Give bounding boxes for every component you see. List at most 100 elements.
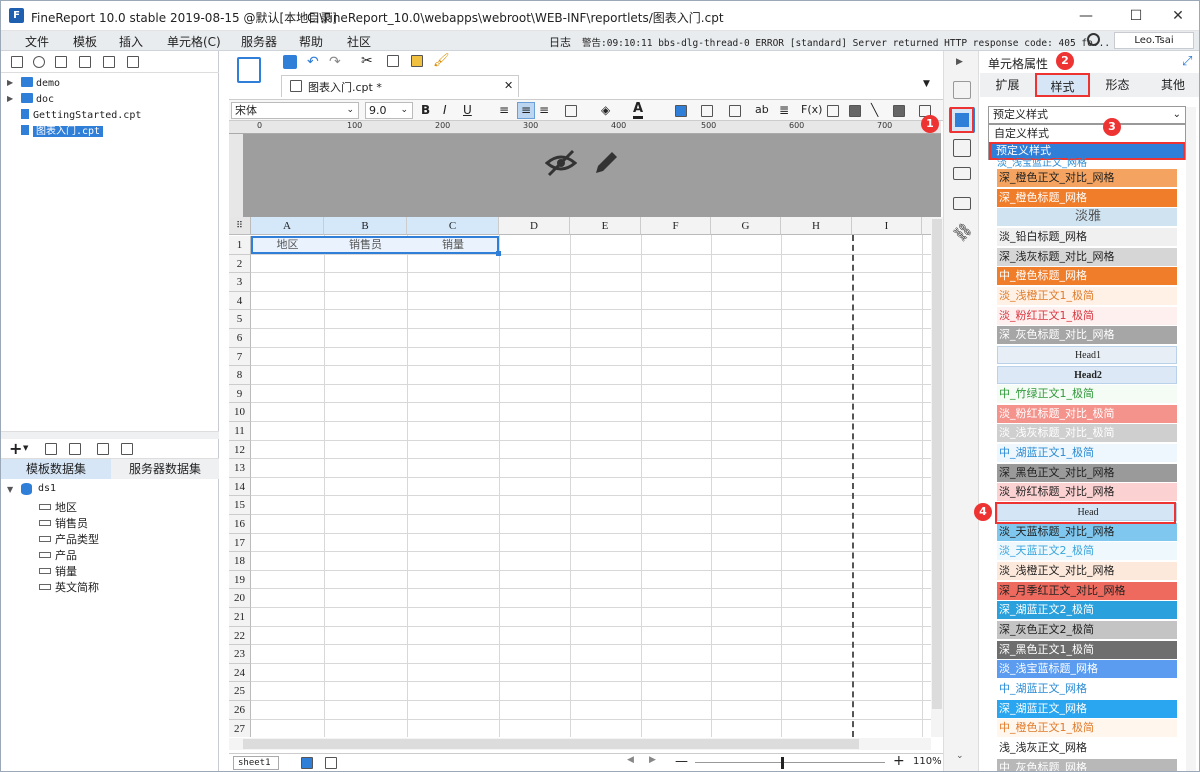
panel-splitter[interactable] (1, 431, 219, 439)
style-item[interactable]: Head2 (997, 365, 1177, 384)
style-item[interactable]: 淡_浅橙正文_对比_网格 (997, 562, 1177, 580)
field-item[interactable]: 英文简称 (39, 579, 99, 595)
tree-item-chart-intro[interactable]: 图表入门.cpt (21, 124, 104, 140)
redo-icon[interactable]: ↷ (329, 54, 341, 70)
field-item[interactable]: 产品类型 (39, 531, 99, 547)
subreport-icon[interactable] (827, 105, 839, 117)
spreadsheet-grid[interactable]: ⠿ A B C D E F G H I 1 2 3 4 5 6 7 8 9 10 11 12 13 14 1… (229, 217, 931, 737)
zoom-in-button[interactable]: + (893, 753, 905, 769)
merge-icon[interactable] (729, 105, 741, 117)
align-center-icon[interactable]: ≡ (517, 102, 535, 119)
column-header[interactable]: B (324, 217, 407, 235)
hyperlink-icon[interactable]: ⛓ (949, 219, 975, 245)
style-item[interactable]: 中_灰色标题_网格 (997, 758, 1177, 771)
menu-server[interactable]: 服务器 (241, 33, 277, 50)
format-painter-icon[interactable]: 🖌 (433, 53, 450, 68)
row-header[interactable]: 15 (229, 496, 251, 515)
style-item[interactable]: 深_湖蓝正文_网格 (997, 699, 1177, 718)
column-header[interactable]: G (711, 217, 781, 235)
collapse-ds1-icon[interactable]: ▼ (7, 485, 13, 494)
search-icon[interactable] (1087, 33, 1100, 46)
slash-icon[interactable]: ╲ (871, 103, 878, 117)
row-header[interactable]: 4 (229, 291, 251, 311)
style-item[interactable]: 淡_粉红标题_对比_网格 (997, 483, 1177, 502)
undo-icon[interactable]: ↶ (307, 54, 319, 70)
vertical-scrollbar[interactable] (931, 217, 943, 737)
preview-icon[interactable] (97, 443, 109, 455)
tree-item-demo[interactable]: demo (21, 76, 60, 92)
row-header[interactable]: 8 (229, 366, 251, 385)
text-ab-icon[interactable]: ab (755, 103, 769, 116)
formula-icon[interactable]: F(x) (801, 103, 822, 116)
expand-demo-icon[interactable]: ▶ (7, 78, 13, 87)
tab-expand[interactable]: 扩展 (980, 73, 1035, 97)
locate-icon[interactable] (79, 56, 91, 68)
column-header[interactable]: C (407, 217, 499, 235)
chart-cell-icon[interactable] (849, 105, 861, 117)
style-type-select[interactable]: 预定义样式 ⌄ (988, 106, 1186, 124)
copy-icon[interactable] (387, 55, 399, 67)
style-item[interactable]: 淡_天蓝正文2_极简 (997, 542, 1177, 561)
tab-template-dataset[interactable]: 模板数据集 (1, 459, 111, 479)
style-item[interactable]: 淡雅 (997, 208, 1177, 227)
minimize-button[interactable]: — (1063, 1, 1109, 31)
row-header[interactable]: 17 (229, 533, 251, 553)
menu-help[interactable]: 帮助 (299, 33, 323, 50)
border-icon[interactable] (565, 105, 577, 117)
style-item[interactable]: 淡_浅灰标题_对比_极简 (997, 424, 1177, 443)
column-header[interactable]: E (570, 217, 641, 235)
insert-chart-icon[interactable] (675, 105, 687, 117)
italic-button[interactable]: I (443, 103, 447, 117)
row-header[interactable]: 10 (229, 403, 251, 422)
style-item[interactable]: 淡_粉红正文1_极简 (997, 306, 1177, 325)
menu-template[interactable]: 模板 (73, 33, 97, 50)
paste-icon[interactable] (411, 55, 423, 67)
row-header[interactable]: 5 (229, 310, 251, 329)
row-header[interactable]: 6 (229, 329, 251, 348)
row-header[interactable]: 20 (229, 589, 251, 608)
style-item[interactable]: 深_月季红正文_对比_网格 (997, 581, 1177, 600)
font-color-icon[interactable]: A (633, 102, 644, 119)
condition-icon[interactable] (953, 197, 971, 210)
style-item[interactable]: 中_湖蓝正文_网格 (997, 679, 1177, 698)
menu-file[interactable]: 文件 (25, 33, 49, 50)
cut-icon[interactable]: ✂ (361, 53, 373, 69)
pencil-icon[interactable] (591, 148, 621, 178)
row-header[interactable]: 24 (229, 663, 251, 683)
row-header[interactable]: 16 (229, 515, 251, 534)
row-header[interactable]: 22 (229, 626, 251, 646)
export-icon[interactable] (121, 443, 133, 455)
close-button[interactable]: ✕ (1155, 1, 1199, 31)
row-header[interactable]: 1 (229, 236, 251, 255)
field-item[interactable]: 销售员 (39, 515, 88, 531)
sheet-tab[interactable]: sheet1 (233, 756, 279, 770)
warning-status[interactable]: 警告:09:10:11 bbs-dlg-thread-0 ERROR [stan… (582, 35, 1110, 49)
paragraph-icon[interactable]: ≣ (779, 103, 789, 117)
column-header[interactable]: I (852, 217, 922, 235)
menu-cell[interactable]: 单元格(C) (167, 33, 221, 50)
option-custom-style[interactable]: 自定义样式 (989, 125, 1185, 142)
style-item[interactable]: 中_橙色标题_网格 (997, 267, 1177, 286)
document-tab[interactable]: 图表入门.cpt * ✕ (281, 75, 519, 97)
align-left-icon[interactable]: ≡ (499, 103, 509, 117)
row-header[interactable]: 18 (229, 552, 251, 571)
delete-icon[interactable] (103, 56, 115, 68)
add-poly-sheet-icon[interactable] (325, 757, 337, 769)
style-item[interactable]: 淡_铅白标题_网格 (997, 227, 1177, 246)
new-file-icon[interactable] (11, 56, 23, 68)
expand-doc-icon[interactable]: ▶ (7, 94, 13, 103)
cell-a1[interactable]: 地区 (251, 236, 324, 254)
underline-button[interactable]: U (463, 103, 472, 117)
pin-icon[interactable]: ⤢ (1182, 54, 1192, 69)
font-size-select[interactable]: 9.0 ⌄ (365, 102, 413, 119)
style-item[interactable]: 深_湖蓝正文2_极简 (997, 601, 1177, 620)
edit-icon[interactable] (45, 443, 57, 455)
row-header[interactable]: 23 (229, 645, 251, 664)
tab-style[interactable]: 样式 (1035, 73, 1090, 97)
field-item[interactable]: 地区 (39, 499, 77, 515)
fill-color-icon[interactable]: ◈ (601, 103, 610, 117)
cell-b1[interactable]: 销售员 (324, 236, 407, 254)
row-header[interactable]: 2 (229, 254, 251, 274)
menu-insert[interactable]: 插入 (119, 33, 143, 50)
delete-icon[interactable] (69, 443, 81, 455)
